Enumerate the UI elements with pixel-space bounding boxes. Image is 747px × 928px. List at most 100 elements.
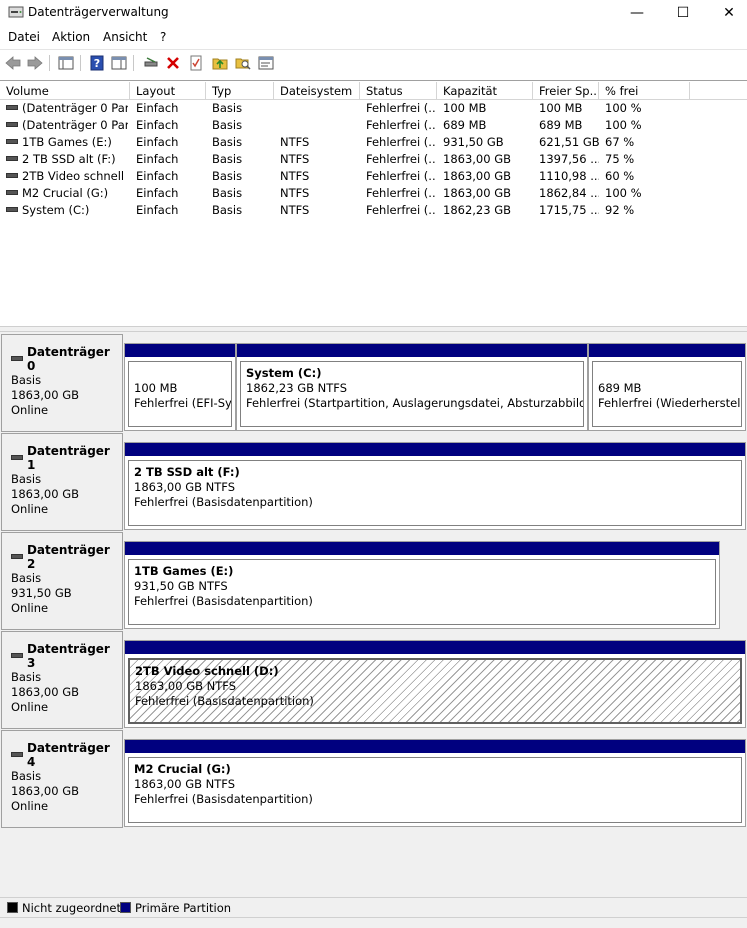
legend-primary-partition: Primäre Partition: [135, 901, 232, 915]
cell-text: 1110,98 ...: [539, 169, 599, 183]
settings-button[interactable]: [256, 53, 276, 73]
delete-button[interactable]: [163, 53, 183, 73]
partition-title: M2 Crucial (G:): [134, 762, 231, 776]
cell-text: Einfach: [136, 101, 179, 115]
cell-text: 1863,00 GB: [443, 152, 512, 166]
menu-datei[interactable]: Datei: [8, 30, 40, 44]
volume-list[interactable]: Volume Layout Typ Dateisystem Status Kap…: [0, 80, 747, 326]
column-header-freier-speicher[interactable]: Freier Sp...: [533, 82, 599, 100]
cell-text: 689 MB: [443, 118, 487, 132]
partition-block[interactable]: 1TB Games (E:) 931,50 GB NTFS Fehlerfrei…: [124, 541, 720, 629]
disk-size: 1863,00 GB: [11, 388, 80, 402]
status-bar: [0, 917, 747, 928]
search-button[interactable]: [233, 53, 253, 73]
volume-cell: 100 %: [605, 100, 685, 117]
volume-name-cell: 2TB Video schnell ...: [6, 168, 128, 185]
volume-row[interactable]: M2 Crucial (G:) Einfach Basis NTFS Fehlerfre…: [0, 185, 747, 202]
volume-name-cell: (Datenträger 0 Par...: [6, 117, 128, 134]
volume-row[interactable]: 2 TB SSD alt (F:) Einfach Basis NTFS Fehlerf…: [0, 151, 747, 168]
import-button[interactable]: [210, 53, 230, 73]
volume-row[interactable]: (Datenträger 0 Par... Einfach Basis Fehlerf…: [0, 117, 747, 134]
help-icon: ?: [90, 55, 104, 71]
maximize-button[interactable]: ☐: [660, 0, 706, 25]
disk-type: Basis: [11, 769, 42, 783]
cell-text: Basis: [212, 135, 243, 149]
disk-label[interactable]: Datenträger 3 Basis 1863,00 GB Online: [1, 631, 123, 729]
legend: Nicht zugeordnet Primäre Partition: [0, 897, 747, 917]
volume-cell: 1397,56 ...: [539, 151, 599, 168]
volume-row[interactable]: System (C:) Einfach Basis NTFS Fehlerfrei (.…: [0, 202, 747, 219]
disk-label[interactable]: Datenträger 0 Basis 1863,00 GB Online: [1, 334, 123, 432]
volume-cell: 75 %: [605, 151, 685, 168]
back-button[interactable]: [3, 53, 23, 73]
cell-text: M2 Crucial (G:): [22, 186, 109, 200]
volume-icon: [6, 105, 18, 110]
partition-title: 2 TB SSD alt (F:): [134, 465, 240, 479]
partition-block-selected[interactable]: 2TB Video schnell (D:) 1863,00 GB NTFS F…: [124, 640, 746, 728]
help-button[interactable]: ?: [87, 53, 107, 73]
column-header-typ[interactable]: Typ: [206, 82, 274, 100]
cell-text: 1TB Games (E:): [22, 135, 112, 149]
column-header-dateisystem[interactable]: Dateisystem: [274, 82, 360, 100]
disk-icon: [11, 751, 23, 757]
partition-body: 2 TB SSD alt (F:) 1863,00 GB NTFS Fehler…: [128, 460, 742, 526]
column-header-volume[interactable]: Volume: [0, 82, 130, 100]
volume-cell: Fehlerfrei (...: [366, 134, 436, 151]
disk-state: Online: [11, 601, 49, 615]
volume-row[interactable]: 1TB Games (E:) Einfach Basis NTFS Fehlerfrei…: [0, 134, 747, 151]
volume-row[interactable]: (Datenträger 0 Par... Einfach Basis Fehlerf…: [0, 100, 747, 117]
disk-state: Online: [11, 700, 49, 714]
disk-icon: [11, 652, 23, 658]
volume-icon: [6, 207, 18, 212]
menu-aktion[interactable]: Aktion: [52, 30, 90, 44]
menu-help[interactable]: ?: [160, 30, 166, 44]
cell-text: 100 %: [605, 101, 642, 115]
partition-size: 689 MB: [598, 381, 642, 395]
cell-text: (Datenträger 0 Par...: [22, 101, 128, 115]
cell-text: Einfach: [136, 203, 179, 217]
cell-text: NTFS: [280, 169, 310, 183]
volume-cell: NTFS: [280, 134, 360, 151]
volume-cell: Einfach: [136, 151, 206, 168]
minimize-button[interactable]: —: [614, 0, 660, 25]
column-header-status[interactable]: Status: [360, 82, 437, 100]
show-hide-console-tree-button[interactable]: [56, 53, 76, 73]
forward-button[interactable]: [25, 53, 45, 73]
column-header-kapazitaet[interactable]: Kapazität: [437, 82, 533, 100]
close-button[interactable]: ✕: [706, 0, 747, 25]
primary-partition-bar: [125, 443, 745, 456]
menu-ansicht[interactable]: Ansicht: [103, 30, 147, 44]
close-icon: ✕: [723, 4, 735, 21]
volume-name-cell: 2 TB SSD alt (F:): [6, 151, 128, 168]
disk-name: Datenträger 3: [26, 642, 110, 670]
volume-row[interactable]: 2TB Video schnell ... Einfach Basis NTFS Feh…: [0, 168, 747, 185]
volume-cell: Einfach: [136, 134, 206, 151]
disk-label[interactable]: Datenträger 2 Basis 931,50 GB Online: [1, 532, 123, 630]
properties-button[interactable]: [186, 53, 206, 73]
disk-label[interactable]: Datenträger 1 Basis 1863,00 GB Online: [1, 433, 123, 531]
disk-label[interactable]: Datenträger 4 Basis 1863,00 GB Online: [1, 730, 123, 828]
show-hide-action-pane-button[interactable]: [109, 53, 129, 73]
partition-size: 1862,23 GB NTFS: [246, 381, 348, 395]
partition-block[interactable]: 689 MB Fehlerfrei (Wiederherstellur: [588, 343, 746, 431]
connect-disk-button[interactable]: [141, 53, 161, 73]
disk-state: Online: [11, 799, 49, 813]
partition-size: 100 MB: [134, 381, 178, 395]
cell-text: 100 MB: [539, 101, 583, 115]
partition-block[interactable]: M2 Crucial (G:) 1863,00 GB NTFS Fehlerfr…: [124, 739, 746, 827]
partition-status: Fehlerfrei (Wiederherstellur: [598, 396, 742, 410]
partition-block[interactable]: 2 TB SSD alt (F:) 1863,00 GB NTFS Fehler…: [124, 442, 746, 530]
cell-text: Fehlerfrei (...: [366, 135, 436, 149]
volume-cell: [280, 117, 360, 134]
disk-management-app-icon: [8, 6, 24, 18]
volume-cell: 1863,00 GB: [443, 151, 533, 168]
primary-partition-bar: [125, 542, 719, 555]
column-header-prozent-frei[interactable]: % frei: [599, 82, 690, 100]
volume-cell: 60 %: [605, 168, 685, 185]
partition-title: 2TB Video schnell (D:): [135, 664, 279, 678]
column-header-layout[interactable]: Layout: [130, 82, 206, 100]
volume-cell: Einfach: [136, 117, 206, 134]
cell-text: NTFS: [280, 203, 310, 217]
partition-block[interactable]: System (C:) 1862,23 GB NTFS Fehlerfrei (…: [236, 343, 588, 431]
partition-block[interactable]: 100 MB Fehlerfrei (EFI-Syst: [124, 343, 236, 431]
